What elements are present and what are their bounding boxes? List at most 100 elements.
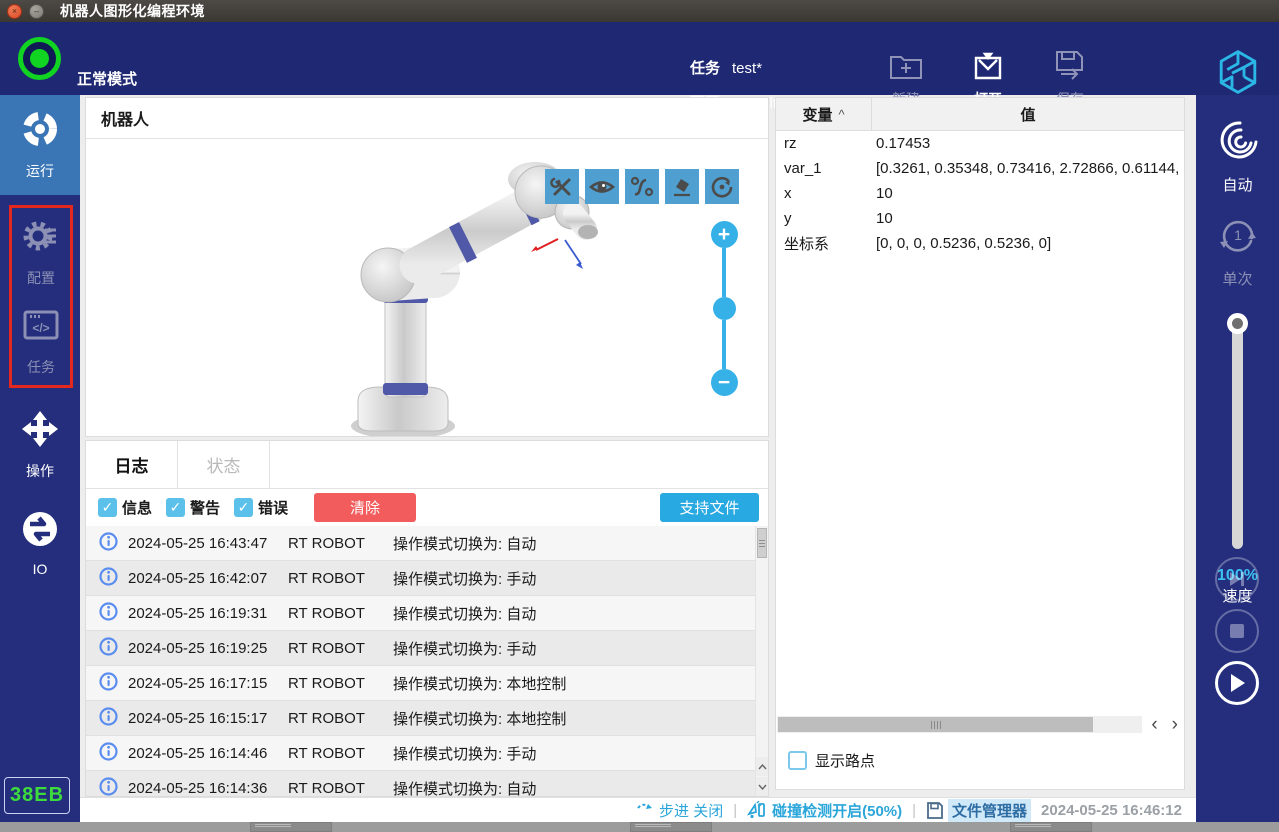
tools-button[interactable] (545, 169, 579, 204)
log-row[interactable]: 2024-05-25 16:42:07 RT ROBOT 操作模式切换为: 手动 (86, 561, 768, 596)
rotate-button[interactable] (705, 169, 739, 204)
variable-value: [0.3261, 0.35348, 0.73416, 2.72866, 0.61… (876, 160, 1184, 177)
path-button[interactable] (625, 169, 659, 204)
log-source: RT ROBOT (288, 744, 365, 762)
step-mode-toggle[interactable]: 步进 关闭 (636, 800, 723, 821)
zoom-in-button[interactable]: + (710, 221, 738, 248)
sidebar-item-io[interactable]: IO (0, 503, 80, 583)
rotate-icon (711, 176, 733, 198)
log-row[interactable]: 2024-05-25 16:17:15 RT ROBOT 操作模式切换为: 本地… (86, 666, 768, 701)
log-time: 2024-05-25 16:14:36 (128, 779, 268, 797)
variable-row[interactable]: 坐标系 [0, 0, 0, 0.5236, 0.5236, 0] (776, 231, 1184, 256)
close-icon[interactable]: × (7, 3, 22, 19)
checkbox-checked-icon: ✓ (98, 498, 117, 517)
hscrollbar-thumb[interactable] (778, 717, 1093, 732)
svg-text:1: 1 (1234, 227, 1242, 243)
horizontal-scrollbar[interactable] (777, 716, 1142, 733)
single-run-button[interactable]: 1 单次 (1196, 213, 1279, 289)
variable-row[interactable]: rz 0.17453 (776, 131, 1184, 156)
sort-ascending-icon: ^ (838, 106, 845, 122)
file-manager-button[interactable]: 文件管理器 (926, 798, 1032, 822)
scroll-left-icon[interactable]: ‹ (1151, 715, 1157, 735)
sidebar-item-run[interactable]: 运行 (0, 95, 80, 195)
speed-slider[interactable] (1227, 313, 1248, 553)
info-icon (99, 776, 118, 797)
view-button[interactable] (585, 169, 619, 204)
info-icon (99, 741, 118, 765)
log-row[interactable]: 2024-05-25 16:15:17 RT ROBOT 操作模式切换为: 本地… (86, 701, 768, 736)
tab-log[interactable]: 日志 (86, 441, 178, 488)
filter-checkbox[interactable]: ✓ 警告 (166, 497, 220, 518)
support-file-button[interactable]: 支持文件 (660, 493, 759, 522)
eraser-button[interactable] (665, 169, 699, 204)
auto-mode-button[interactable]: 自动 (1196, 117, 1279, 195)
variable-row[interactable]: var_1 [0.3261, 0.35348, 0.73416, 2.72866… (776, 156, 1184, 181)
log-time: 2024-05-25 16:19:31 (128, 604, 268, 622)
stop-button[interactable] (1215, 609, 1259, 653)
variable-row[interactable]: y 10 (776, 206, 1184, 231)
log-row[interactable]: 2024-05-25 16:14:36 RT ROBOT 操作模式切换为: 自动 (86, 771, 768, 796)
log-row[interactable]: 2024-05-25 16:14:46 RT ROBOT 操作模式切换为: 手动 (86, 736, 768, 771)
app-header: 正常模式 任务 test* 配置 default 新建 打开 (0, 22, 1279, 112)
log-row[interactable]: 2024-05-25 16:19:25 RT ROBOT 操作模式切换为: 手动 (86, 631, 768, 666)
step-forward-button[interactable] (1215, 557, 1259, 601)
scroll-down-icon[interactable] (756, 777, 768, 796)
right-sidebar: 自动 1 单次 100% 速度 (1196, 95, 1279, 822)
tools-icon (550, 177, 571, 195)
task-value: test* (732, 60, 763, 77)
zoom-control: + − (710, 221, 738, 396)
log-message: 操作模式切换为: 自动 (393, 535, 537, 553)
checkbox-unchecked-icon (788, 751, 807, 770)
svg-text:</>: </> (32, 321, 49, 335)
log-message: 操作模式切换为: 本地控制 (393, 710, 567, 728)
mode-indicator-icon (18, 37, 61, 80)
window-title: 机器人图形化编程环境 (60, 3, 205, 19)
filter-checkbox[interactable]: ✓ 错误 (234, 497, 288, 518)
collision-detect-toggle[interactable]: 碰撞检测开启(50%) (747, 800, 902, 821)
info-icon (99, 531, 118, 555)
slider-handle[interactable] (1227, 313, 1248, 334)
zoom-out-button[interactable]: − (710, 369, 738, 396)
variable-value: 10 (876, 185, 893, 202)
column-value[interactable]: 值 (872, 98, 1184, 130)
desktop-taskbar (0, 822, 1279, 832)
sidebar-item-operate[interactable]: 操作 (0, 405, 80, 485)
scroll-up-icon[interactable] (756, 757, 768, 776)
scrollbar-thumb[interactable] (757, 528, 767, 558)
sidebar-item-task[interactable]: </> 任务 (1, 305, 81, 377)
log-message: 操作模式切换为: 本地控制 (393, 675, 567, 693)
robot-3d-view[interactable]: + − (86, 139, 768, 439)
log-panel: 日志 状态 ✓ 信息 ✓ 警告 ✓ 错误 清除 支持文件 2024-05-25 … (85, 440, 769, 797)
column-variable[interactable]: 变量 ^ (776, 98, 872, 130)
clear-button[interactable]: 清除 (314, 493, 417, 522)
variables-header: 变量 ^ 值 (776, 98, 1184, 131)
file-manager-icon (927, 801, 943, 819)
log-message: 操作模式切换为: 手动 (393, 570, 537, 588)
minimize-icon[interactable]: – (29, 3, 44, 19)
log-row[interactable]: 2024-05-25 16:19:31 RT ROBOT 操作模式切换为: 自动 (86, 596, 768, 631)
filter-checkbox[interactable]: ✓ 信息 (98, 497, 152, 518)
tab-status[interactable]: 状态 (178, 441, 270, 488)
log-time: 2024-05-25 16:43:47 (128, 534, 268, 552)
info-icon (99, 636, 118, 660)
show-waypoints-checkbox[interactable]: 显示路点 (788, 750, 875, 771)
mode-label: 正常模式 (77, 71, 138, 88)
code-window-icon: </> (21, 305, 61, 350)
sidebar-item-config[interactable]: 配置 (1, 216, 81, 288)
variable-row[interactable]: x 10 (776, 181, 1184, 206)
play-icon (1231, 674, 1245, 692)
variable-value: [0, 0, 0, 0.5236, 0.5236, 0] (876, 235, 1052, 252)
scroll-right-icon[interactable]: › (1172, 715, 1178, 735)
variable-value: 0.17453 (876, 135, 931, 152)
log-row[interactable]: 2024-05-25 16:43:47 RT ROBOT 操作模式切换为: 自动 (86, 526, 768, 561)
info-icon (99, 566, 118, 590)
play-button[interactable] (1215, 661, 1259, 705)
robot-view-toolbar (545, 169, 739, 204)
status-badge: 38EB (4, 777, 70, 814)
slider-track[interactable] (1232, 321, 1243, 549)
log-scrollbar[interactable] (755, 526, 768, 796)
robot-panel-title: 机器人 (86, 98, 768, 139)
zoom-slider-handle[interactable] (712, 297, 736, 320)
new-folder-icon (889, 50, 923, 85)
status-bar: 步进 关闭 | 碰撞检测开启(50%) | 文件管理器 2024-05-25 1… (80, 797, 1196, 822)
